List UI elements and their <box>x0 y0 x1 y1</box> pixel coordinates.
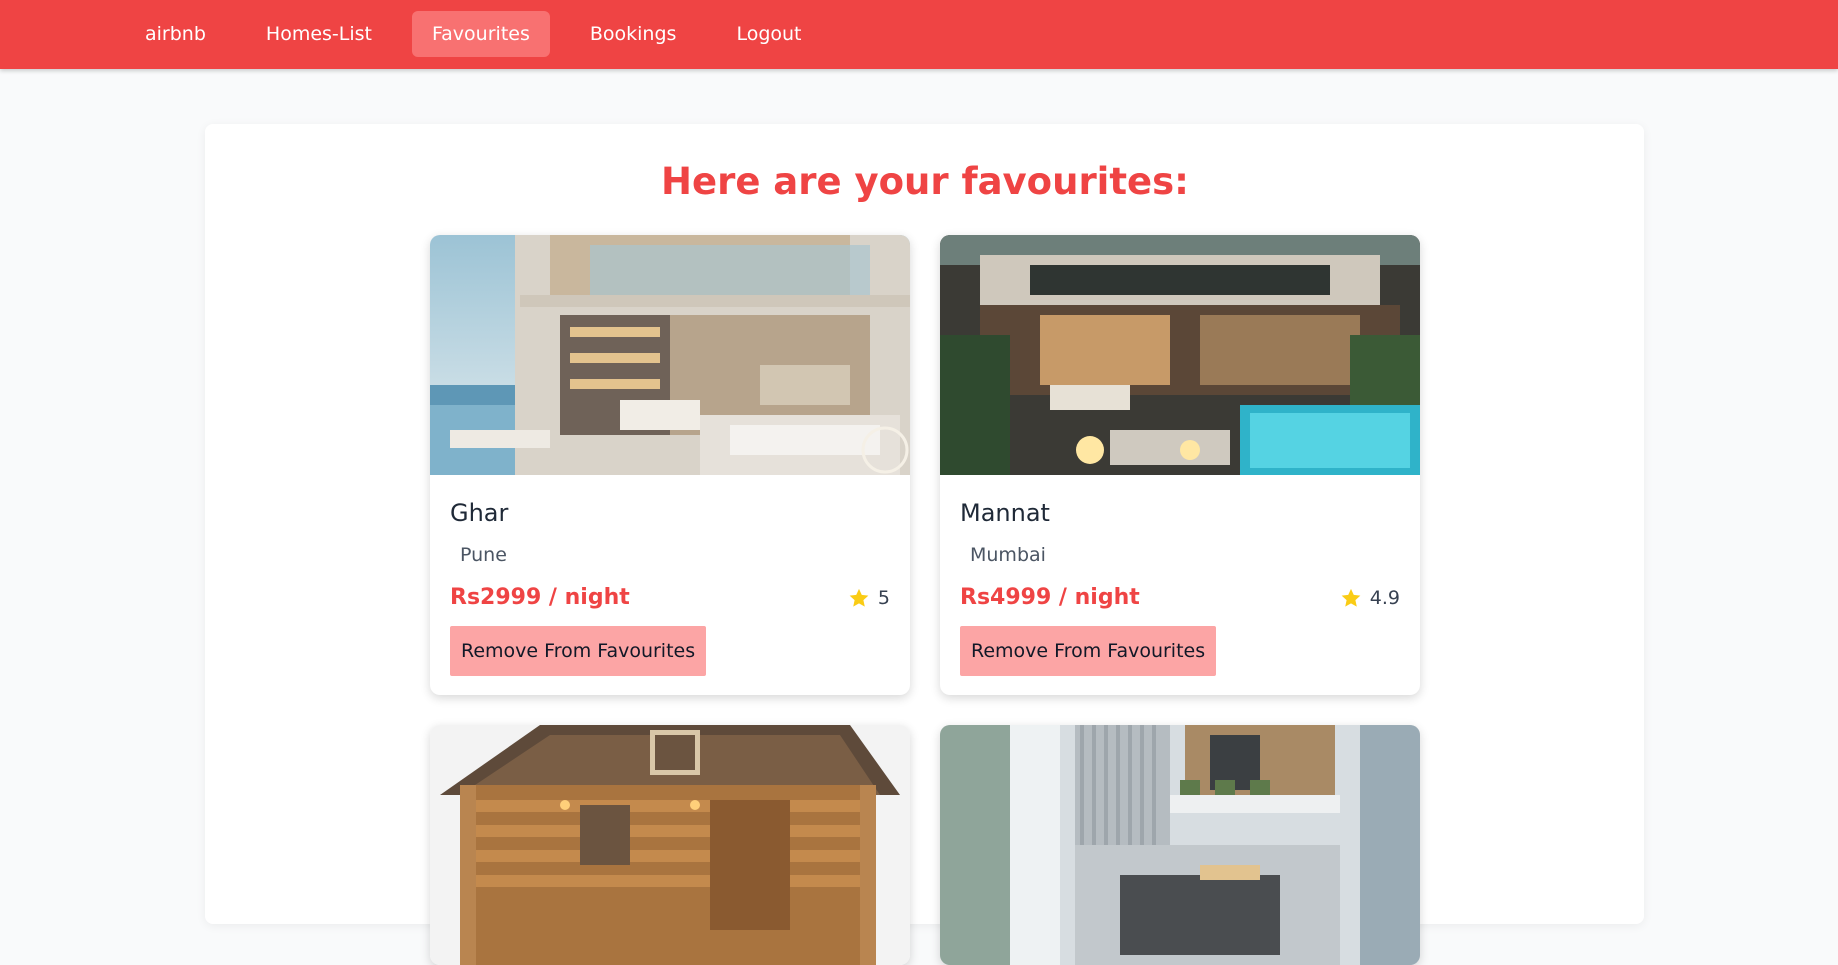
nav-item-logout[interactable]: Logout <box>716 11 821 57</box>
nav-list: airbnb Homes-List Favourites Bookings Lo… <box>125 11 842 57</box>
star-icon <box>1341 588 1361 607</box>
home-image <box>430 235 910 475</box>
nav-item-airbnb[interactable]: airbnb <box>125 11 226 57</box>
home-image <box>430 725 910 965</box>
page-title: Here are your favourites: <box>661 160 1189 203</box>
home-card: Ghar Pune Rs2999 / night 5 Remove From F… <box>430 235 910 695</box>
home-image <box>940 235 1420 475</box>
rating-value: 4.9 <box>1369 587 1400 609</box>
home-price: Rs4999 / night <box>960 585 1140 610</box>
home-card <box>940 725 1420 965</box>
home-card-body: Mannat Mumbai Rs4999 / night 4.9 Remove … <box>940 475 1420 695</box>
top-navbar: airbnb Homes-List Favourites Bookings Lo… <box>0 0 1838 69</box>
home-location: Mumbai <box>970 544 1046 566</box>
home-rating: 5 <box>848 587 890 609</box>
home-rating: 4.9 <box>1340 587 1400 609</box>
rating-value: 5 <box>877 587 890 609</box>
home-name: Ghar <box>450 499 509 527</box>
home-location: Pune <box>460 544 507 566</box>
nav-item-favourites[interactable]: Favourites <box>411 11 550 57</box>
home-card: Mannat Mumbai Rs4999 / night 4.9 Remove … <box>940 235 1420 695</box>
remove-from-favourites-button[interactable]: Remove From Favourites <box>450 626 707 676</box>
nav-item-bookings[interactable]: Bookings <box>570 11 697 57</box>
remove-from-favourites-button[interactable]: Remove From Favourites <box>960 626 1217 676</box>
home-name: Mannat <box>960 499 1050 527</box>
star-icon <box>849 588 869 607</box>
home-card <box>430 725 910 965</box>
home-card-body: Ghar Pune Rs2999 / night 5 Remove From F… <box>430 475 910 695</box>
favourites-panel <box>205 124 1644 924</box>
nav-item-homes-list[interactable]: Homes-List <box>246 11 392 57</box>
home-image <box>940 725 1420 965</box>
home-price: Rs2999 / night <box>450 585 630 610</box>
